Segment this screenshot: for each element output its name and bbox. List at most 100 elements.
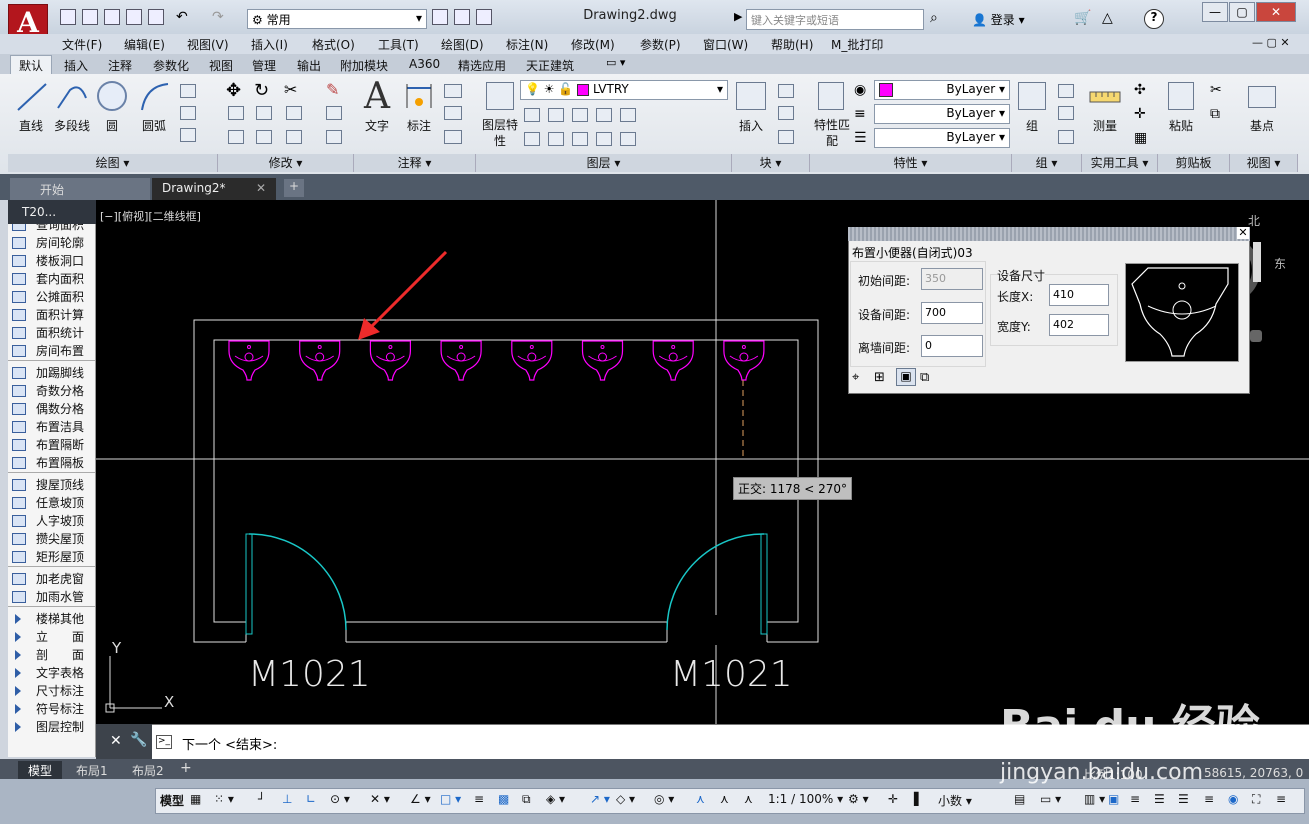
panel-layer[interactable]: 图层 ▾ — [476, 154, 732, 172]
command-prompt-icon[interactable]: >_ — [156, 735, 172, 749]
tool-item-10[interactable]: 偶数分格 — [8, 400, 95, 418]
tool-item-24[interactable]: 文字表格 — [8, 664, 95, 682]
tool-item-12[interactable]: 布置隔断 — [8, 436, 95, 454]
layer-tool-7-icon[interactable] — [548, 132, 564, 146]
layer-tool-5-icon[interactable] — [620, 108, 636, 122]
object-snap-icon[interactable]: ∠ ▾ — [410, 792, 431, 806]
hardware-accel-icon[interactable]: ▣ — [1108, 792, 1119, 806]
tab-close-icon[interactable]: ✕ — [256, 181, 266, 195]
auto-scale-icon[interactable]: ⋏ — [720, 792, 729, 806]
tool-item-23[interactable]: 剖 面 — [8, 646, 95, 664]
dimension-icon[interactable] — [404, 82, 434, 112]
tangent-toolbar-title[interactable]: T20... — [8, 200, 96, 224]
dynamic-ucs-icon[interactable]: ↗ ▾ — [590, 792, 610, 806]
width-input[interactable]: 402 — [1049, 314, 1109, 336]
isodraft-icon[interactable]: ✕ ▾ — [370, 792, 390, 806]
tool-item-6[interactable]: 面积统计 — [8, 324, 95, 342]
layer-tool-3-icon[interactable] — [572, 108, 588, 122]
hatch-icon[interactable] — [180, 106, 196, 120]
fillet-icon[interactable] — [286, 106, 302, 120]
tool-item-17[interactable]: 攒尖屋顶 — [8, 530, 95, 548]
create-block-icon[interactable] — [778, 84, 794, 98]
dialog-tool-extra-icon[interactable]: ⧉ — [920, 370, 929, 385]
status-tool-2-icon[interactable]: ☰ — [1178, 792, 1189, 806]
osnap-track-icon[interactable]: □ ▾ — [440, 792, 461, 806]
tab-annotate[interactable]: 注释 — [108, 57, 132, 74]
layer-tool-9-icon[interactable] — [596, 132, 612, 146]
tool-item-0[interactable]: 查询面积 — [8, 224, 95, 234]
search-input[interactable]: 键入关键字或短语 — [746, 9, 924, 30]
tab-insert[interactable]: 插入 — [64, 57, 88, 74]
layer-tool-2-icon[interactable] — [548, 108, 564, 122]
initial-spacing-input[interactable]: 350 — [921, 268, 983, 290]
toolbar-icon-3[interactable] — [476, 9, 492, 25]
polyline-icon[interactable] — [54, 80, 90, 114]
save-as-icon[interactable] — [126, 9, 142, 25]
line-icon[interactable] — [14, 80, 50, 114]
layer-tool-10-icon[interactable] — [620, 132, 636, 146]
model-space-button[interactable]: 模型 — [160, 792, 184, 809]
menu-batch-print[interactable]: M_批打印 — [831, 36, 883, 53]
undo-icon[interactable]: ↶ — [176, 9, 188, 25]
attribute-icon[interactable] — [778, 130, 794, 144]
open-file-icon[interactable] — [82, 9, 98, 25]
tab-addins[interactable]: 附加模块 — [340, 57, 388, 74]
length-input[interactable]: 410 — [1049, 284, 1109, 306]
copy-clip-icon[interactable]: ⧉ — [1210, 106, 1220, 122]
table-icon[interactable] — [444, 130, 462, 144]
device-spacing-input[interactable]: 700 — [921, 302, 983, 324]
toolbar-icon-1[interactable] — [432, 9, 448, 25]
rotate-icon[interactable]: ↻ — [254, 80, 269, 101]
tab-featured-apps[interactable]: 精选应用 — [458, 57, 506, 74]
help-icon[interactable]: ? — [1144, 9, 1164, 29]
tool-item-22[interactable]: 立 面 — [8, 628, 95, 646]
tab-output[interactable]: 输出 — [297, 57, 321, 74]
login-button[interactable]: 👤 登录 ▾ — [972, 11, 1025, 28]
tool-item-3[interactable]: 套内面积 — [8, 270, 95, 288]
toolbar-icon-2[interactable] — [454, 9, 470, 25]
status-tool-1-icon[interactable]: ☰ — [1154, 792, 1165, 806]
panel-annotation[interactable]: 注释 ▾ — [354, 154, 476, 172]
linear-dim-icon[interactable] — [444, 84, 462, 98]
layer-tool-1-icon[interactable] — [524, 108, 540, 122]
minimize-button[interactable]: — — [1202, 2, 1228, 22]
tab-a360[interactable]: A360 — [409, 57, 440, 71]
tool-item-11[interactable]: 布置洁具 — [8, 418, 95, 436]
group-edit-icon[interactable] — [1058, 106, 1074, 120]
panel-view[interactable]: 视图 ▾ — [1230, 154, 1298, 172]
tab-tangent[interactable]: 天正建筑 — [526, 57, 574, 74]
tab-manage[interactable]: 管理 — [252, 57, 276, 74]
maximize-button[interactable]: ▢ — [1229, 2, 1255, 22]
workspace-select[interactable]: ⚙ 常用 ▾ — [247, 9, 427, 29]
tab-default[interactable]: 默认 — [19, 57, 43, 74]
navbar-handle[interactable] — [1250, 330, 1262, 342]
insert-block-icon[interactable] — [736, 82, 766, 110]
menu-modify[interactable]: 修改(M) — [571, 36, 615, 53]
layer-tool-8-icon[interactable] — [572, 132, 588, 146]
dialog-tool-array-icon[interactable]: ⊞ — [874, 370, 885, 385]
calculator-icon[interactable]: ▦ — [1134, 130, 1147, 146]
tool-item-7[interactable]: 房间布置 — [8, 342, 95, 360]
ungroup-icon[interactable] — [1058, 84, 1074, 98]
move-icon[interactable]: ✥ — [226, 80, 241, 101]
menu-file[interactable]: 文件(F) — [62, 36, 102, 53]
layer-tool-6-icon[interactable] — [524, 132, 540, 146]
add-layout-icon[interactable]: + — [180, 760, 192, 776]
match-properties-icon[interactable] — [818, 82, 844, 110]
tab-parametric[interactable]: 参数化 — [153, 57, 189, 74]
3d-osnap-icon[interactable]: ◈ ▾ — [546, 792, 565, 806]
isolate-objects-icon[interactable]: ▥ ▾ — [1084, 792, 1105, 806]
selection-filter-icon[interactable]: ◇ ▾ — [616, 792, 635, 806]
arc-icon[interactable] — [138, 80, 172, 114]
menu-window[interactable]: 窗口(W) — [703, 36, 748, 53]
wall-offset-input[interactable]: 0 — [921, 335, 983, 357]
scale-icon[interactable] — [256, 130, 272, 144]
menu-format[interactable]: 格式(O) — [312, 36, 355, 53]
transparency-icon[interactable]: ▩ — [498, 792, 509, 806]
stretch-icon[interactable] — [228, 130, 244, 144]
tab-view[interactable]: 视图 — [209, 57, 233, 74]
save-icon[interactable] — [104, 9, 120, 25]
edit-block-icon[interactable] — [778, 106, 794, 120]
new-tab-icon[interactable]: + — [284, 179, 304, 197]
grid-icon[interactable]: ▦ — [190, 792, 201, 806]
